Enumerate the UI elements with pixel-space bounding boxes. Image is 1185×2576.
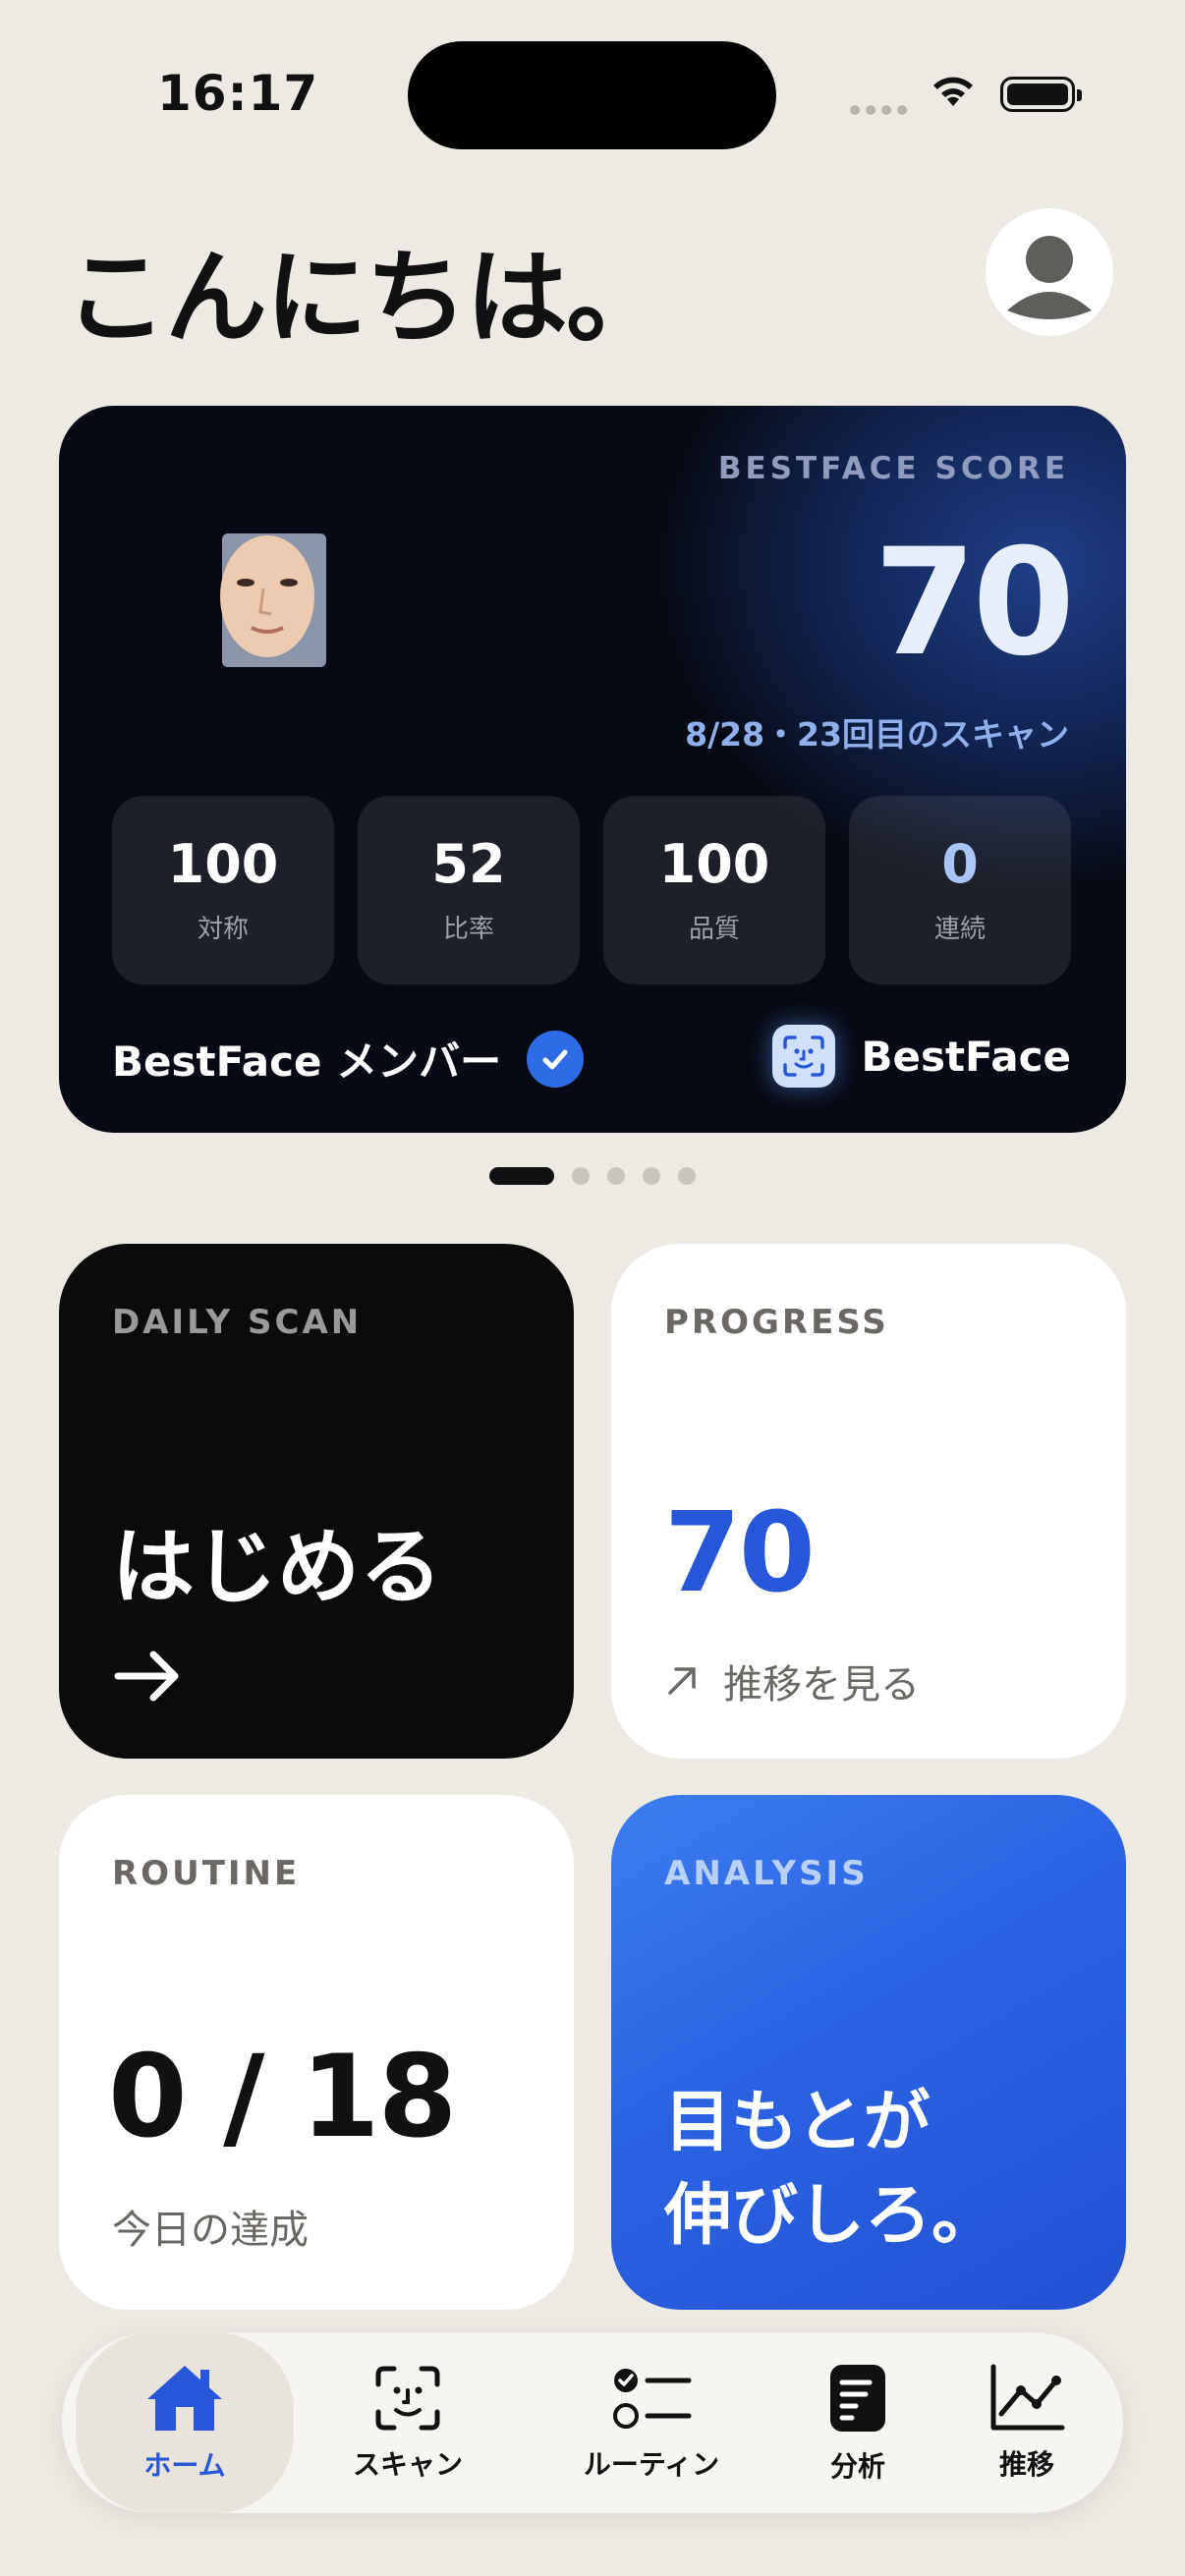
stat-label: 品質 xyxy=(688,915,740,944)
face-scan-icon xyxy=(772,1025,836,1088)
profile-button[interactable] xyxy=(986,208,1113,336)
analysis-line-1: 目もとが xyxy=(664,2084,931,2161)
tile-title: はじめる xyxy=(112,1519,443,1615)
tab-bar: ホーム スキャン ルーティン 分析 推移 xyxy=(62,2332,1123,2513)
tile-label: ANALYSIS xyxy=(664,1854,869,1893)
view-trend-link[interactable]: 推移を見る xyxy=(664,1652,920,1709)
analysis-tile[interactable]: ANALYSIS 目もとが 伸びしろ。 xyxy=(611,1795,1126,2310)
stat-quality: 100 品質 xyxy=(603,796,825,984)
stat-symmetry: 100 対称 xyxy=(112,796,334,984)
link-label: 推移を見る xyxy=(723,1662,920,1708)
tile-label: ROUTINE xyxy=(112,1854,301,1893)
analysis-line-2: 伸びしろ。 xyxy=(664,2177,999,2256)
progress-value: 70 xyxy=(664,1489,816,1617)
battery-icon xyxy=(1000,77,1082,112)
signal-icon xyxy=(850,105,907,115)
progress-tile[interactable]: PROGRESS 70 推移を見る xyxy=(611,1244,1126,1759)
routine-count: 0 / 18 xyxy=(108,2031,457,2163)
arrow-up-right-icon xyxy=(668,1667,696,1695)
page-dot-active[interactable] xyxy=(489,1167,554,1185)
page-indicator[interactable] xyxy=(489,1167,696,1185)
checklist-icon xyxy=(613,2369,692,2429)
page-dot[interactable] xyxy=(572,1167,590,1185)
brand-mark: BestFace xyxy=(772,1025,1071,1088)
tab-scan[interactable]: スキャン xyxy=(319,2332,496,2513)
dynamic-island xyxy=(408,41,776,149)
tab-analysis[interactable]: 分析 xyxy=(779,2332,936,2513)
tab-label: 分析 xyxy=(829,2450,885,2483)
tile-label: PROGRESS xyxy=(664,1303,889,1342)
chart-icon xyxy=(990,2364,1065,2431)
status-time: 16:17 xyxy=(157,65,319,122)
verified-check-icon xyxy=(527,1030,585,1088)
home-icon xyxy=(147,2366,222,2431)
scan-info: 8/28・23回目のスキャン xyxy=(685,715,1069,754)
stat-streak: 0 連続 xyxy=(849,796,1071,984)
arrow-right-icon xyxy=(114,1651,179,1702)
tab-routine[interactable]: ルーティン xyxy=(514,2332,789,2513)
page-dot[interactable] xyxy=(678,1167,696,1185)
page-title: こんにちは。 xyxy=(65,238,668,358)
stat-value: 100 xyxy=(658,833,770,895)
face-scan-icon xyxy=(375,2366,440,2431)
page-dot[interactable] xyxy=(607,1167,625,1185)
tile-label: DAILY SCAN xyxy=(112,1303,363,1342)
stat-value: 0 xyxy=(941,833,979,895)
member-badge: BestFace メンバー xyxy=(112,1029,585,1089)
stat-label: 比率 xyxy=(442,915,494,944)
tab-home[interactable]: ホーム xyxy=(76,2332,294,2513)
person-icon xyxy=(1007,236,1092,319)
stat-label: 連続 xyxy=(933,915,986,944)
document-icon xyxy=(830,2365,885,2432)
tab-label: ホーム xyxy=(143,2449,226,2482)
routine-tile[interactable]: ROUTINE 0 / 18 今日の達成 xyxy=(59,1795,574,2310)
stat-value: 100 xyxy=(167,833,279,895)
tab-label: 推移 xyxy=(998,2448,1054,2481)
wifi-icon xyxy=(933,77,973,106)
stat-value: 52 xyxy=(431,833,506,895)
stat-label: 対称 xyxy=(197,915,249,944)
analysis-headline: 目もとが 伸びしろ。 xyxy=(664,2076,998,2263)
tab-label: スキャン xyxy=(352,2448,463,2481)
brand-name: BestFace xyxy=(861,1032,1071,1081)
tab-label: ルーティン xyxy=(583,2448,720,2481)
score-value: 70 xyxy=(874,518,1075,689)
score-card[interactable]: BESTFACE SCORE 70 8/28・23回目のスキャン 100 対称 … xyxy=(59,406,1126,1133)
score-label: BESTFACE SCORE xyxy=(717,451,1069,486)
member-label: BestFace メンバー xyxy=(112,1037,502,1086)
face-thumbnail xyxy=(220,533,326,667)
routine-subtitle: 今日の達成 xyxy=(112,2208,309,2253)
tab-trend[interactable]: 推移 xyxy=(948,2332,1105,2513)
page-dot[interactable] xyxy=(643,1167,660,1185)
daily-scan-tile[interactable]: DAILY SCAN はじめる xyxy=(59,1244,574,1759)
stat-ratio: 52 比率 xyxy=(358,796,580,984)
